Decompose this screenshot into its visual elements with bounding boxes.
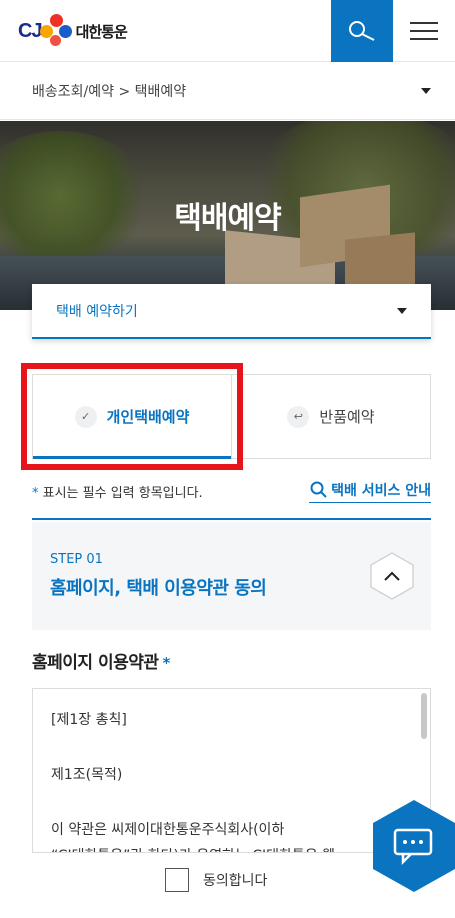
terms-textarea[interactable]: [제1장 총칙] 제1조(목적) 이 약관은 씨제이대한통운주식회사(이하 “C… — [32, 688, 431, 853]
tab-label: 개인택배예약 — [106, 408, 190, 426]
agree-checkbox-row[interactable]: 동의합니다 — [165, 868, 267, 892]
tab-return-reservation[interactable]: ↩ 반품예약 — [232, 375, 430, 458]
step-title: 홈페이지, 택배 이용약관 동의 — [50, 578, 267, 599]
tab-label: 반품예약 — [319, 408, 375, 426]
hamburger-menu-button[interactable] — [393, 0, 455, 62]
search-button[interactable] — [331, 0, 393, 62]
terms-line: 이 약관은 씨제이대한통운주식회사(이하 — [51, 822, 285, 838]
agree-checkbox[interactable] — [165, 868, 189, 892]
required-note: * 표시는 필수 입력 항목입니다. — [32, 486, 203, 501]
logo-cj-text: CJ — [18, 19, 43, 42]
return-arrow-icon: ↩ — [287, 405, 310, 428]
breadcrumb[interactable]: 배송조회/예약 > 택배예약 — [0, 62, 455, 120]
terms-line: [제1장 총칙] — [51, 712, 127, 728]
check-icon: ✓ — [74, 405, 97, 428]
select-value: 택배 예약하기 — [56, 303, 138, 320]
cj-logo[interactable]: CJ 대한통운 — [18, 14, 128, 48]
chat-button[interactable] — [373, 800, 455, 892]
reservation-tabs: ✓ 개인택배예약 ↩ 반품예약 — [32, 374, 431, 459]
terms-title: 홈페이지 이용약관 * — [32, 653, 170, 673]
page-title: 택배예약 — [174, 201, 281, 236]
terms-line: 제1조(목적) — [51, 767, 123, 783]
agree-label: 동의합니다 — [203, 873, 268, 889]
tab-personal-reservation[interactable]: ✓ 개인택배예약 — [33, 375, 232, 459]
chevron-down-icon — [397, 308, 407, 314]
service-guide-label: 택배 서비스 안내 — [331, 483, 431, 499]
cj-logo-mark-icon — [39, 14, 74, 48]
search-icon — [310, 481, 327, 498]
header: CJ 대한통운 — [0, 0, 455, 62]
terms-scrollbar[interactable] — [421, 693, 427, 739]
breadcrumb-text: 배송조회/예약 > 택배예약 — [32, 83, 187, 100]
service-guide-link[interactable]: 택배 서비스 안내 — [309, 480, 431, 503]
menu-icon — [410, 22, 438, 24]
collapse-toggle-button[interactable] — [369, 552, 415, 600]
search-icon — [349, 21, 375, 41]
reservation-type-select[interactable]: 택배 예약하기 — [32, 284, 431, 339]
step-number: STEP 01 — [50, 552, 103, 567]
hero-banner: 택배예약 — [0, 121, 455, 310]
chevron-down-icon — [421, 88, 431, 94]
logo-company-name: 대한통운 — [75, 22, 128, 41]
required-note-row: * 표시는 필수 입력 항목입니다. 택배 서비스 안내 — [32, 480, 431, 520]
terms-line: “CJ대한통운”라 한다)가 운영하는 CJ대한통운 웹 — [51, 845, 335, 852]
step-panel: STEP 01 홈페이지, 택배 이용약관 동의 — [32, 522, 431, 630]
